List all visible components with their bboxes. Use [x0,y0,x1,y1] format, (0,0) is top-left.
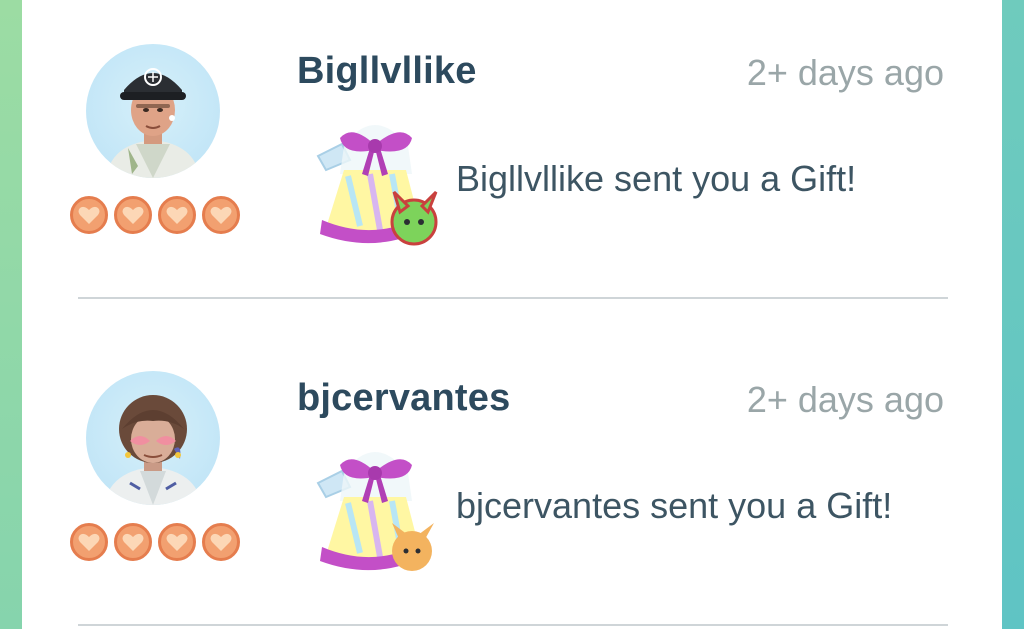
gift-list-item[interactable]: bjcervantes 2+ days ago bjcervantes sent… [22,327,1002,627]
heart-icon [70,196,108,234]
trainer-name: bjcervantes [297,377,511,419]
heart-icon [70,523,108,561]
friendship-level-hearts [70,523,240,563]
heart-icon [158,523,196,561]
gift-list-item[interactable]: Bigllvllike 2+ days ago Bigllvllike sent… [22,0,1002,300]
heart-icon [114,196,152,234]
heart-icon [114,523,152,561]
friendship-level-hearts [70,196,240,236]
background-left-edge [0,0,22,629]
gift-timestamp: 2+ days ago [746,52,944,93]
gift-timestamp: 2+ days ago [746,379,944,420]
green-pikachu-ears-icon [390,190,438,246]
divider [78,624,948,626]
trainer-name: Bigllvllike [297,50,477,92]
gift-list-panel: Bigllvllike 2+ days ago Bigllvllike sent… [22,0,1002,629]
gift-icon[interactable] [304,104,444,254]
gift-message: Bigllvllike sent you a Gift! [456,158,857,199]
gift-message: bjcervantes sent you a Gift! [456,485,893,526]
gift-icon[interactable] [304,431,444,581]
background-right-edge [1002,0,1024,629]
heart-icon [158,196,196,234]
divider [78,297,948,299]
trainer-avatar[interactable] [86,371,220,505]
trainer-avatar[interactable] [86,44,220,178]
heart-icon [202,523,240,561]
heart-icon [202,196,240,234]
